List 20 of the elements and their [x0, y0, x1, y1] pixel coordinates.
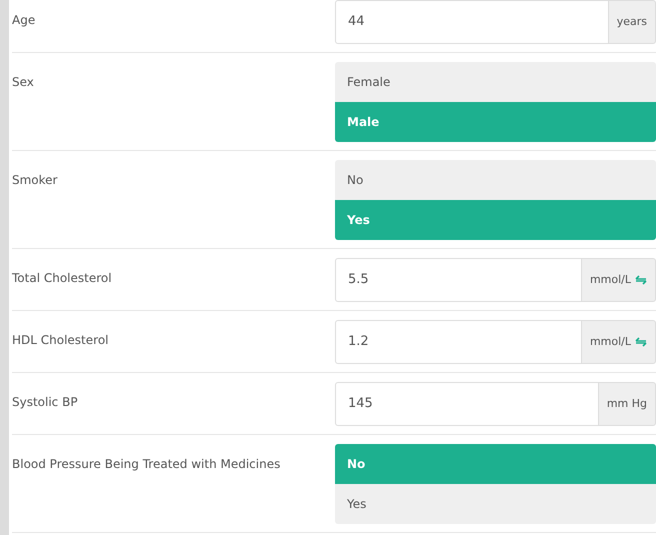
option-button[interactable]: No	[335, 160, 656, 200]
swap-icon	[635, 337, 647, 347]
unit-addon: years	[608, 0, 656, 44]
option-button[interactable]: Female	[335, 62, 656, 102]
unit-addon: mm Hg	[598, 382, 656, 426]
field-label: Blood Pressure Being Treated with Medicines	[12, 457, 280, 471]
field-label: Sex	[12, 75, 34, 89]
number-field[interactable]: 145	[335, 382, 599, 426]
field-label: Systolic BP	[12, 395, 78, 409]
unit-addon[interactable]: mmol/L	[582, 258, 656, 302]
swap-icon	[635, 275, 647, 285]
number-field[interactable]: 1.2	[335, 320, 582, 364]
number-field[interactable]: 5.5	[335, 258, 582, 302]
unit-addon[interactable]: mmol/L	[582, 320, 656, 364]
field-label: HDL Cholesterol	[12, 333, 108, 347]
field-label: Age	[12, 13, 36, 27]
number-field[interactable]: 44	[335, 0, 609, 44]
field-label: Total Cholesterol	[12, 271, 112, 285]
option-button[interactable]: Yes	[335, 484, 656, 524]
field-label: Smoker	[12, 173, 58, 187]
